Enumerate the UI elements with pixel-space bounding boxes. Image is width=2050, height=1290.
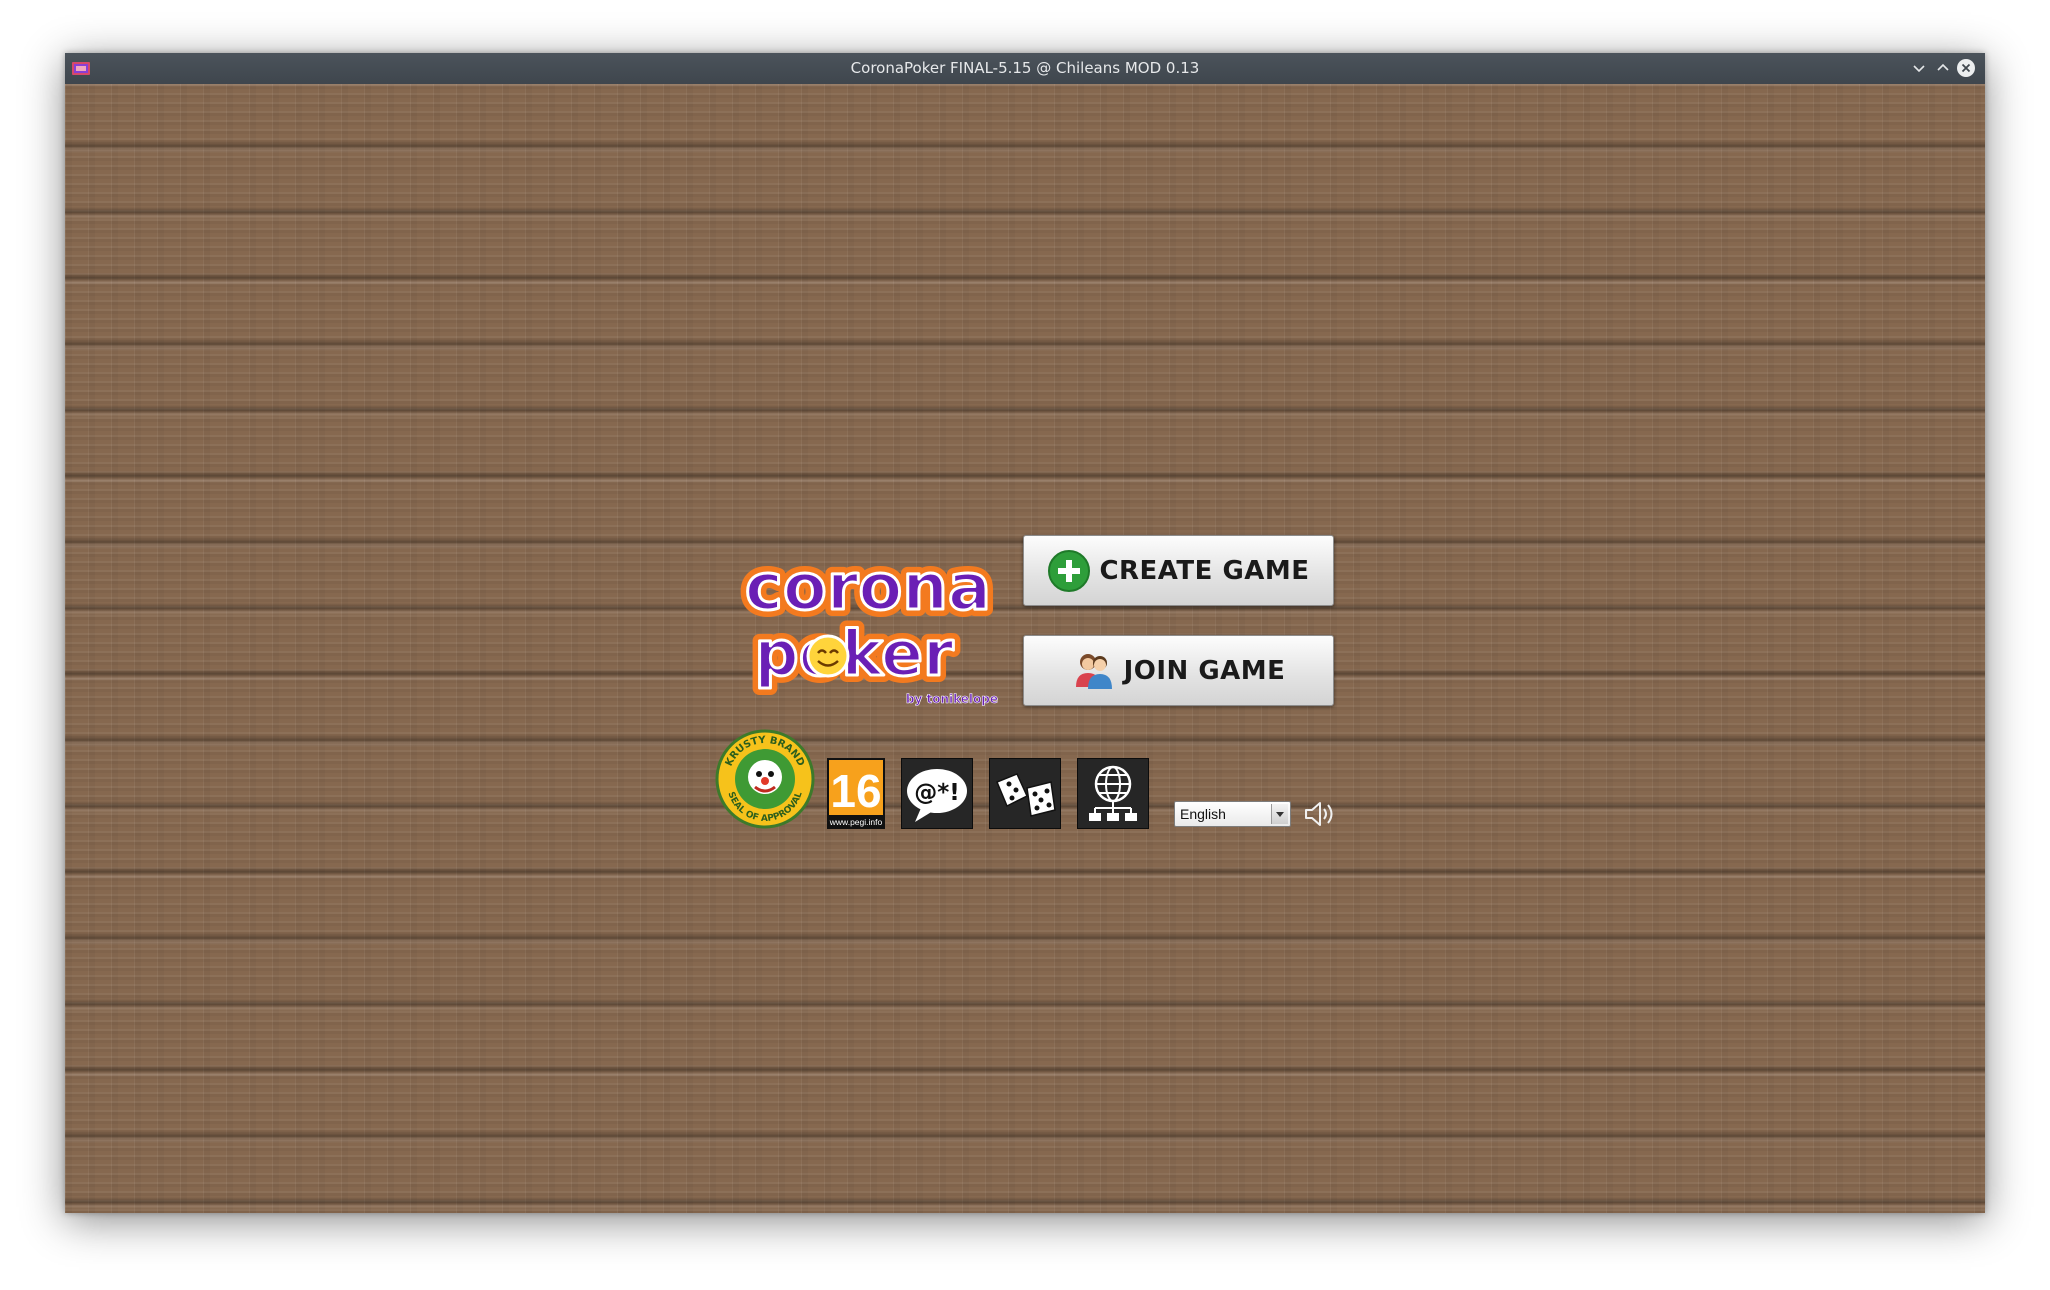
bad-language-text: @*! (914, 780, 960, 806)
smiley-icon (806, 634, 850, 678)
bad-language-icon: @*! (901, 758, 973, 829)
pegi-16-badge: 16 www.pegi.info (827, 758, 885, 829)
app-window: CoronaPoker FINAL-5.15 @ Chileans MOD 0.… (65, 53, 1985, 1213)
join-game-label: JOIN GAME (1123, 655, 1286, 686)
wood-table-background: corona corona poker poker by tonikelope … (65, 84, 1985, 1213)
pegi-site-text: www.pegi.info (829, 817, 883, 827)
logo-byline: by tonikelope (906, 692, 998, 706)
speaker-icon[interactable] (1303, 799, 1337, 829)
close-icon[interactable] (1956, 58, 1976, 78)
create-game-button[interactable]: CREATE GAME (1023, 535, 1334, 606)
window-title: CoronaPoker FINAL-5.15 @ Chileans MOD 0.… (850, 59, 1200, 77)
corona-poker-logo: corona corona poker poker by tonikelope (738, 544, 998, 706)
title-bar[interactable]: CoronaPoker FINAL-5.15 @ Chileans MOD 0.… (65, 53, 1985, 84)
logo-text-poker: poker (754, 617, 954, 690)
pegi-age-text: 16 (830, 765, 881, 817)
plus-circle-icon (1048, 549, 1091, 592)
language-select-value: English (1180, 806, 1226, 822)
chevron-down-icon[interactable] (1271, 804, 1288, 824)
online-network-icon (1077, 758, 1149, 829)
maximize-icon[interactable] (1933, 58, 1953, 78)
dice-icon (989, 758, 1061, 829)
users-icon (1075, 653, 1112, 689)
language-select[interactable]: English (1174, 801, 1291, 827)
join-game-button[interactable]: JOIN GAME (1023, 635, 1334, 706)
logo-text-corona: corona (745, 551, 991, 625)
create-game-label: CREATE GAME (1099, 555, 1310, 586)
minimize-icon[interactable] (1909, 58, 1929, 78)
krusty-seal-badge: KRUSTY BRAND SEAL OF APPROVAL (715, 729, 815, 829)
